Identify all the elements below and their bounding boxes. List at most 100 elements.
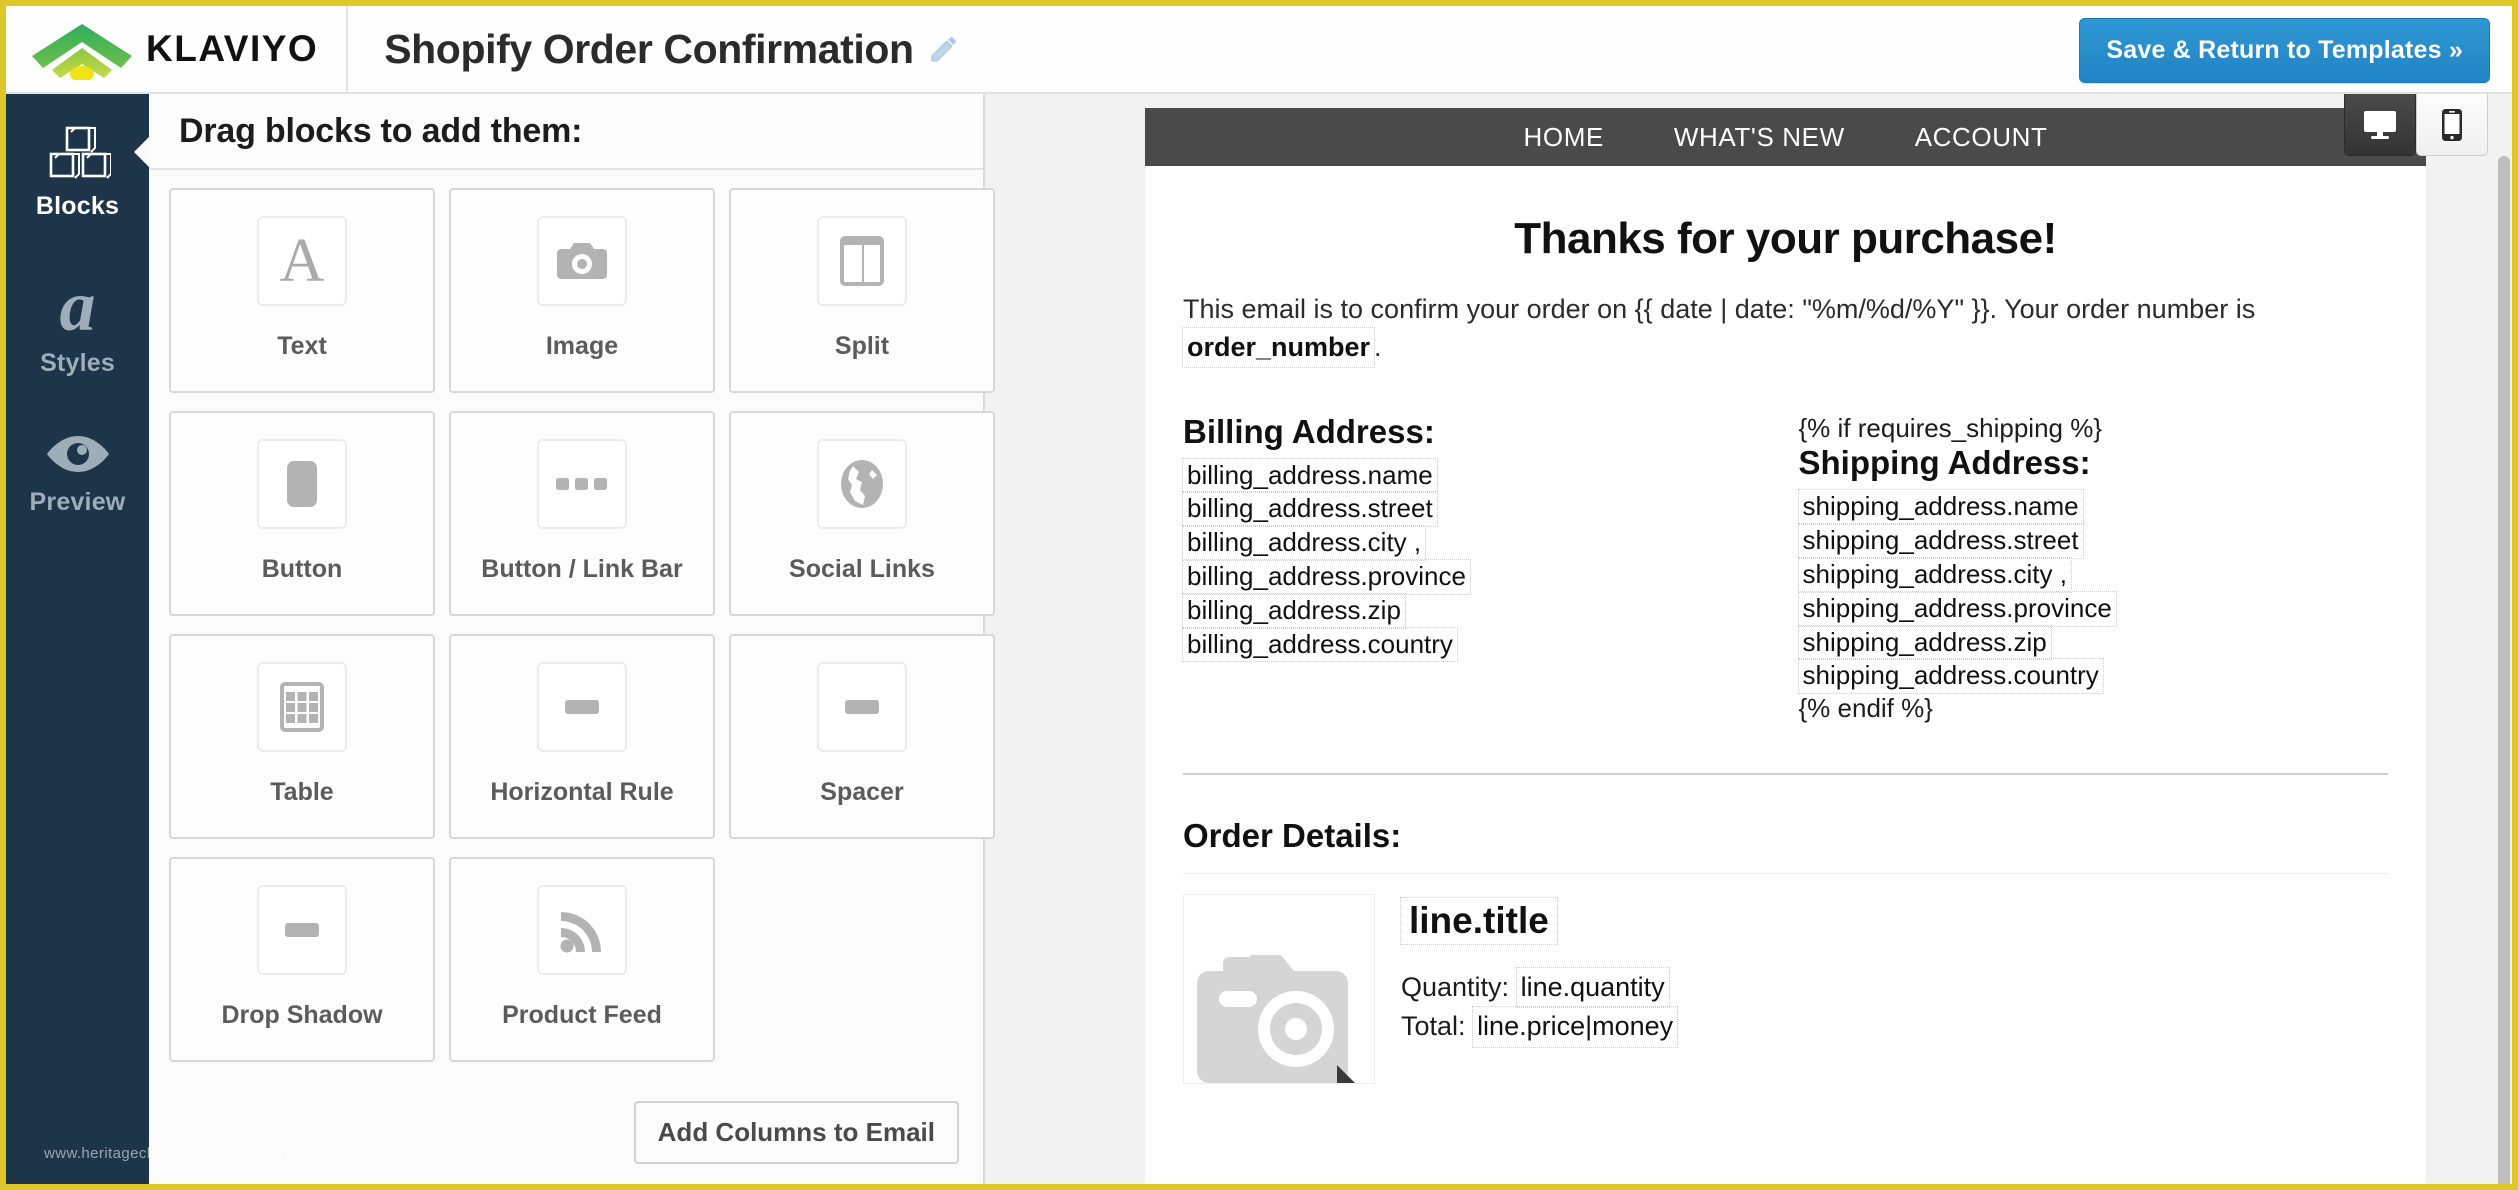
block-product-feed[interactable]: Product Feed	[449, 857, 715, 1062]
order-details-separator	[1183, 873, 2388, 874]
globe-icon	[817, 439, 907, 529]
sidebar-item-label: Blocks	[6, 192, 149, 221]
shipping-line: shipping_address.zip	[1799, 626, 2051, 660]
split-columns-icon	[817, 216, 907, 306]
block-text[interactable]: A Text	[169, 188, 435, 393]
intro-text-after: .	[1374, 332, 1382, 362]
site-watermark: www.heritagechristiancollege.com	[44, 1145, 283, 1162]
billing-line: billing_address.province	[1183, 560, 1470, 594]
dash-icon	[537, 662, 627, 752]
shipping-address-block[interactable]: {% if requires_shipping %} Shipping Addr…	[1799, 413, 2389, 725]
block-drop-shadow[interactable]: Drop Shadow	[169, 857, 435, 1062]
top-bar: KLAVIYO Shopify Order Confirmation Save …	[6, 6, 2512, 94]
email-nav-bar: HOME WHAT'S NEW ACCOUNT	[1145, 108, 2426, 166]
dash-icon	[817, 662, 907, 752]
sidebar-item-label: Styles	[6, 349, 149, 378]
block-split[interactable]: Split	[729, 188, 995, 393]
quantity-label: Quantity:	[1401, 972, 1509, 1002]
product-image-placeholder[interactable]	[1183, 894, 1375, 1084]
blocks-panel: Drag blocks to add them: A Text Image	[149, 94, 985, 1190]
email-nav-link-whats-new[interactable]: WHAT'S NEW	[1674, 122, 1845, 153]
shipping-line: shipping_address.country	[1799, 659, 2103, 693]
line-title-token[interactable]: line.title	[1401, 898, 1557, 944]
shipping-line: shipping_address.name	[1799, 490, 2083, 524]
sidebar-item-styles[interactable]: a Styles	[6, 245, 149, 402]
block-label: Text	[277, 332, 327, 361]
block-label: Button	[262, 555, 343, 584]
save-and-return-button[interactable]: Save & Return to Templates »	[2079, 18, 2490, 83]
desktop-monitor-icon	[2363, 110, 2397, 140]
sidebar-item-preview[interactable]: Preview	[6, 402, 149, 541]
sidebar-item-blocks[interactable]: Blocks	[6, 94, 149, 245]
device-toggle-group	[2344, 94, 2488, 156]
block-button[interactable]: Button	[169, 411, 435, 616]
shipping-line: shipping_address.province	[1799, 592, 2116, 626]
order-number-token: order_number	[1183, 328, 1374, 366]
page-title: Shopify Order Confirmation	[384, 26, 913, 73]
section-divider	[1183, 773, 2388, 775]
quantity-token: line.quantity	[1517, 968, 1669, 1007]
block-label: Product Feed	[502, 1001, 662, 1030]
email-body: Thanks for your purchase! This email is …	[1145, 166, 2426, 1084]
block-label: Spacer	[820, 778, 903, 807]
blocks-icon	[45, 124, 111, 180]
liquid-if-requires-shipping: {% if requires_shipping %}	[1799, 413, 2389, 445]
mobile-preview-toggle[interactable]	[2416, 94, 2488, 156]
billing-line: billing_address.name	[1183, 459, 1437, 493]
camera-icon	[537, 216, 627, 306]
email-preview-canvas: HOME WHAT'S NEW ACCOUNT Thanks for your …	[985, 94, 2512, 1190]
billing-line: billing_address.country	[1183, 628, 1457, 662]
block-button-link-bar[interactable]: Button / Link Bar	[449, 411, 715, 616]
total-token: line.price|money	[1473, 1007, 1677, 1046]
email-template-editor: KLAVIYO Shopify Order Confirmation Save …	[0, 0, 2518, 1190]
email-nav-link-home[interactable]: HOME	[1524, 122, 1604, 153]
email-headline[interactable]: Thanks for your purchase!	[1183, 214, 2388, 264]
add-columns-to-email-button[interactable]: Add Columns to Email	[634, 1101, 959, 1164]
block-social-links[interactable]: Social Links	[729, 411, 995, 616]
blocks-panel-title: Drag blocks to add them:	[179, 112, 582, 151]
blocks-grid: A Text Image	[149, 170, 983, 1062]
block-label: Split	[835, 332, 889, 361]
intro-text-before: This email is to confirm your order on {…	[1183, 294, 2255, 324]
billing-line: billing_address.city ,	[1183, 526, 1425, 560]
shipping-address-lines: shipping_address.name shipping_address.s…	[1799, 490, 2389, 693]
block-label: Social Links	[789, 555, 935, 584]
blocks-panel-header: Drag blocks to add them:	[149, 94, 983, 170]
pencil-icon[interactable]	[928, 33, 960, 65]
order-line-item-info: line.title Quantity: line.quantity Total…	[1401, 894, 1677, 1084]
mobile-phone-icon	[2441, 108, 2463, 142]
editor-left-nav: Blocks a Styles Preview www.heritagechri…	[6, 94, 149, 1190]
shipping-line: shipping_address.city ,	[1799, 558, 2071, 592]
line-item-meta[interactable]: Quantity: line.quantity Total: line.pric…	[1401, 968, 1677, 1047]
rss-icon	[537, 885, 627, 975]
text-a-icon: A	[257, 216, 347, 306]
block-table[interactable]: Table	[169, 634, 435, 839]
klaviyo-chevron-logo	[28, 18, 136, 80]
email-preview-document: HOME WHAT'S NEW ACCOUNT Thanks for your …	[1145, 108, 2426, 1190]
klaviyo-logo[interactable]: KLAVIYO	[6, 5, 348, 93]
block-horizontal-rule[interactable]: Horizontal Rule	[449, 634, 715, 839]
vertical-scrollbar[interactable]	[2498, 156, 2510, 1190]
eye-icon	[43, 432, 113, 476]
camera-placeholder-icon	[1195, 933, 1363, 1083]
three-dots-icon	[537, 439, 627, 529]
order-line-item-row: line.title Quantity: line.quantity Total…	[1183, 894, 2388, 1084]
shipping-line: shipping_address.street	[1799, 524, 2083, 558]
billing-address-lines: billing_address.name billing_address.str…	[1183, 459, 1773, 662]
block-image[interactable]: Image	[449, 188, 715, 393]
letter-a-icon: a	[6, 275, 149, 337]
logo-wordmark: KLAVIYO	[146, 28, 318, 70]
template-title-group: Shopify Order Confirmation	[384, 26, 959, 73]
liquid-endif: {% endif %}	[1799, 693, 2389, 725]
grid-table-icon	[257, 662, 347, 752]
email-nav-link-account[interactable]: ACCOUNT	[1915, 122, 2048, 153]
block-label: Drop Shadow	[221, 1001, 382, 1030]
order-details-heading[interactable]: Order Details:	[1183, 817, 2388, 855]
desktop-preview-toggle[interactable]	[2344, 94, 2416, 156]
block-spacer[interactable]: Spacer	[729, 634, 995, 839]
shipping-address-heading: Shipping Address:	[1799, 444, 2389, 482]
block-label: Table	[270, 778, 333, 807]
billing-address-heading: Billing Address:	[1183, 413, 1773, 451]
email-intro-paragraph[interactable]: This email is to confirm your order on {…	[1183, 290, 2388, 367]
billing-address-block[interactable]: Billing Address: billing_address.name bi…	[1183, 413, 1773, 725]
